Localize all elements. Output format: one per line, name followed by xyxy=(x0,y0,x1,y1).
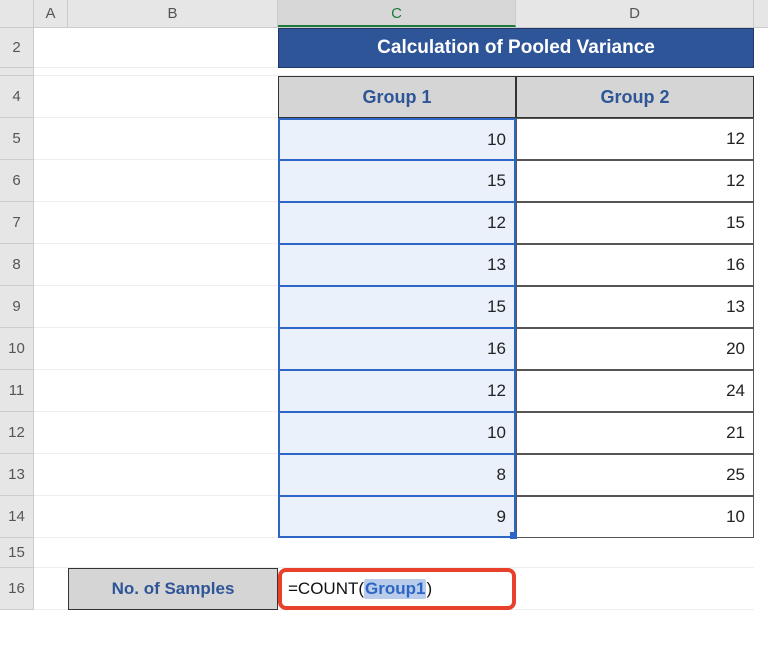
row-13: 13 8 25 xyxy=(0,454,768,496)
header-group2[interactable]: Group 2 xyxy=(516,76,754,118)
row-header-9[interactable]: 9 xyxy=(0,286,34,328)
row-header-7[interactable]: 7 xyxy=(0,202,34,244)
formula-prefix: =COUNT( xyxy=(288,579,364,599)
row-16: 16 No. of Samples =COUNT(Group1) xyxy=(0,568,768,610)
cell-C10[interactable]: 16 xyxy=(278,328,516,370)
row-11: 11 12 24 xyxy=(0,370,768,412)
cell-D13[interactable]: 25 xyxy=(516,454,754,496)
cell-D14[interactable]: 10 xyxy=(516,496,754,538)
row-2: 2 Calculation of Pooled Variance xyxy=(0,28,768,68)
row-header-10[interactable]: 10 xyxy=(0,328,34,370)
row-header-8[interactable]: 8 xyxy=(0,244,34,286)
cell-C11[interactable]: 12 xyxy=(278,370,516,412)
cell-D7[interactable]: 15 xyxy=(516,202,754,244)
row-14: 14 9 10 xyxy=(0,496,768,538)
row-8: 8 13 16 xyxy=(0,244,768,286)
row-header-4[interactable]: 4 xyxy=(0,76,34,118)
row-6: 6 15 12 xyxy=(0,160,768,202)
row-header-13[interactable]: 13 xyxy=(0,454,34,496)
col-header-A[interactable]: A xyxy=(34,0,68,27)
row-header-gap xyxy=(0,68,34,76)
row-4: 4 Group 1 Group 2 xyxy=(0,76,768,118)
row-header-16[interactable]: 16 xyxy=(0,568,34,610)
cell-C6[interactable]: 15 xyxy=(278,160,516,202)
cell-C5[interactable]: 10 xyxy=(278,118,516,160)
col-header-B[interactable]: B xyxy=(68,0,278,27)
samples-label[interactable]: No. of Samples xyxy=(68,568,278,610)
row-header-2[interactable]: 2 xyxy=(0,28,34,68)
title-cell[interactable]: Calculation of Pooled Variance xyxy=(278,28,754,68)
formula-arg: Group1 xyxy=(364,579,426,599)
cell-B4[interactable] xyxy=(68,76,278,118)
row-header-15[interactable]: 15 xyxy=(0,538,34,568)
cell-A2[interactable] xyxy=(34,28,68,68)
col-header-C[interactable]: C xyxy=(278,0,516,27)
row-10: 10 16 20 xyxy=(0,328,768,370)
cell-D5[interactable]: 12 xyxy=(516,118,754,160)
cell-D9[interactable]: 13 xyxy=(516,286,754,328)
header-group1[interactable]: Group 1 xyxy=(278,76,516,118)
spreadsheet: A B C D 2 Calculation of Pooled Variance… xyxy=(0,0,768,669)
cell-D8[interactable]: 16 xyxy=(516,244,754,286)
row-12: 12 10 21 xyxy=(0,412,768,454)
cell-A4[interactable] xyxy=(34,76,68,118)
selection-handle-icon[interactable] xyxy=(510,532,517,539)
cell-C12[interactable]: 10 xyxy=(278,412,516,454)
cell-C8[interactable]: 13 xyxy=(278,244,516,286)
cell-D16[interactable] xyxy=(516,568,754,610)
row-header-5[interactable]: 5 xyxy=(0,118,34,160)
cell-value: 9 xyxy=(497,507,506,527)
row-header-6[interactable]: 6 xyxy=(0,160,34,202)
formula-editor[interactable]: =COUNT(Group1) xyxy=(278,568,516,610)
column-headers: A B C D xyxy=(0,0,768,28)
formula-suffix: ) xyxy=(426,579,432,599)
col-header-D[interactable]: D xyxy=(516,0,754,27)
cell-C16[interactable]: =COUNT(Group1) xyxy=(278,568,516,610)
row-gap xyxy=(0,68,768,76)
row-5: 5 10 12 xyxy=(0,118,768,160)
cell-D11[interactable]: 24 xyxy=(516,370,754,412)
row-9: 9 15 13 xyxy=(0,286,768,328)
cell-D12[interactable]: 21 xyxy=(516,412,754,454)
select-all-corner[interactable] xyxy=(0,0,34,27)
cell-C14[interactable]: 9 xyxy=(278,496,516,538)
row-header-12[interactable]: 12 xyxy=(0,412,34,454)
cell-D10[interactable]: 20 xyxy=(516,328,754,370)
row-header-14[interactable]: 14 xyxy=(0,496,34,538)
cell-C13[interactable]: 8 xyxy=(278,454,516,496)
row-15: 15 xyxy=(0,538,768,568)
row-7: 7 12 15 xyxy=(0,202,768,244)
cell-C9[interactable]: 15 xyxy=(278,286,516,328)
row-header-11[interactable]: 11 xyxy=(0,370,34,412)
cell-B2[interactable] xyxy=(68,28,278,68)
cell-D6[interactable]: 12 xyxy=(516,160,754,202)
cell-C7[interactable]: 12 xyxy=(278,202,516,244)
